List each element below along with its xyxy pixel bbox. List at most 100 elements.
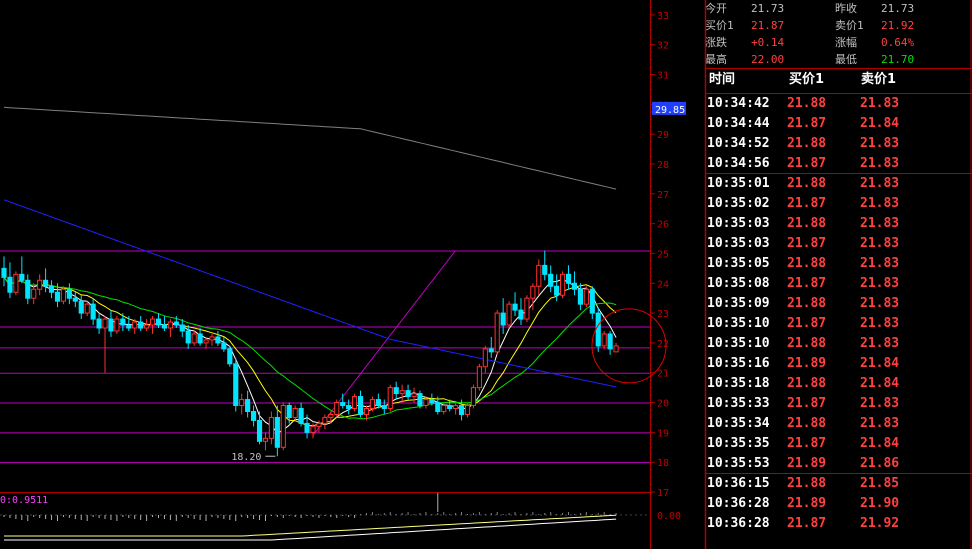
tick-label: 23	[657, 309, 669, 320]
trade-row[interactable]: 10:35:03 21.88 21.83	[705, 214, 972, 234]
candle-body	[221, 342, 227, 350]
trade-row[interactable]: 10:35:10 21.87 21.83	[705, 314, 972, 334]
trade-row[interactable]: 10:35:08 21.87 21.83	[705, 274, 972, 294]
trade-time: 10:35:16	[707, 356, 770, 371]
candle-body	[13, 273, 19, 293]
trade-row[interactable]: 10:35:16 21.89 21.84	[705, 354, 972, 374]
candle-body	[298, 408, 304, 424]
trade-row[interactable]: 10:35:05 21.88 21.83	[705, 254, 972, 274]
candle-body	[571, 282, 578, 290]
trade-row[interactable]: 10:35:09 21.88 21.83	[705, 294, 972, 314]
indicator-line-fast	[4, 514, 617, 537]
candle-body	[500, 312, 506, 326]
trade-time: 10:34:44	[707, 116, 770, 131]
candle-body	[393, 387, 399, 395]
trade-row[interactable]: 10:35:35 21.87 21.84	[705, 434, 972, 454]
tick-label: 20	[657, 399, 669, 410]
candle-body	[60, 288, 67, 302]
trade-sell-price: 21.83	[860, 136, 900, 151]
tick-label: 31	[657, 71, 669, 82]
trade-row[interactable]: 10:35:10 21.88 21.83	[705, 334, 972, 354]
candle-body	[72, 297, 78, 302]
candle-body	[90, 303, 96, 320]
trade-row[interactable]: 10:34:52 21.88 21.83	[705, 134, 972, 154]
trade-buy-price: 21.87	[787, 236, 827, 251]
candle-body	[607, 333, 613, 350]
candle-body	[138, 321, 144, 329]
candle-body	[31, 288, 37, 299]
trade-buy-price: 21.88	[787, 96, 827, 111]
ma250-line	[3, 106, 617, 190]
trade-buy-price: 21.87	[787, 436, 827, 451]
candle-body	[322, 416, 328, 424]
candle-body	[589, 288, 595, 314]
trade-sell-price: 21.92	[860, 516, 900, 531]
candle-body	[328, 413, 334, 418]
candle-body	[102, 318, 108, 329]
trade-buy-price: 21.88	[787, 476, 827, 491]
candle-body	[423, 399, 429, 407]
trade-row[interactable]: 10:34:42 21.88 21.83	[705, 94, 972, 114]
candle-body	[453, 405, 459, 410]
candle-body	[209, 336, 215, 341]
trade-table-header: 时间 买价1 卖价1	[705, 70, 972, 90]
candle-body	[482, 348, 488, 368]
trade-sell-price: 21.84	[860, 436, 900, 451]
candle-body	[536, 264, 542, 287]
candle-body	[43, 279, 49, 287]
indicator-zero-label: 0.00	[657, 511, 681, 522]
candle-body	[399, 390, 405, 395]
candle-body	[203, 339, 209, 344]
candle-body	[185, 330, 191, 344]
trade-buy-price: 21.89	[787, 456, 827, 471]
quote-panel: 今开 21.73 昨收 21.73 买价1 21.87 卖价1 21.92 涨跌 +0.14 涨幅 0…	[705, 0, 972, 549]
trade-time: 10:35:03	[707, 216, 770, 231]
trade-sell-price: 21.83	[860, 276, 900, 291]
candle-body	[245, 399, 251, 412]
trade-row[interactable]: 10:34:44 21.87 21.84	[705, 114, 972, 134]
candle-body	[250, 410, 257, 421]
candle-body	[387, 387, 393, 410]
candle-body	[304, 422, 310, 433]
trade-time: 10:35:02	[707, 196, 770, 211]
candle-body	[274, 416, 280, 448]
trade-row[interactable]: 10:36:15 21.88 21.85	[705, 474, 972, 494]
candle-body	[441, 405, 447, 412]
trade-row[interactable]: 10:36:28 21.87 21.92	[705, 514, 972, 534]
moving-average-lines	[3, 106, 617, 434]
trade-sell-price: 21.90	[860, 496, 900, 511]
trade-row[interactable]: 10:34:56 21.87 21.83	[705, 154, 972, 174]
trade-time: 10:35:10	[707, 316, 770, 331]
trade-row[interactable]: 10:35:33 21.87 21.83	[705, 394, 972, 414]
candle-body	[334, 402, 340, 415]
trade-row[interactable]: 10:36:28 21.89 21.90	[705, 494, 972, 514]
candle-body	[144, 324, 150, 329]
trade-row[interactable]: 10:35:34 21.88 21.83	[705, 414, 972, 434]
trade-time: 10:35:05	[707, 256, 770, 271]
trade-buy-price: 21.87	[787, 316, 827, 331]
trade-row[interactable]: 10:35:03 21.87 21.83	[705, 234, 972, 254]
trade-buy-price: 21.88	[787, 376, 827, 391]
trade-row[interactable]: 10:35:18 21.88 21.84	[705, 374, 972, 394]
candle-body	[369, 399, 376, 410]
quote-row: 最高 22.00 最低 21.70	[705, 52, 972, 68]
candle-body	[239, 399, 245, 407]
trade-buy-price: 21.88	[787, 336, 827, 351]
trade-row[interactable]: 10:35:53 21.89 21.86	[705, 454, 972, 474]
trade-buy-price: 21.87	[787, 196, 827, 211]
candle-body	[233, 363, 239, 407]
trade-buy-price: 21.87	[787, 516, 827, 531]
tick-label: 19	[657, 428, 669, 439]
trade-sell-price: 21.83	[860, 396, 900, 411]
candle-body	[583, 288, 589, 305]
trade-sell-price: 21.83	[860, 216, 900, 231]
candle-body	[316, 422, 322, 427]
candle-body	[120, 318, 126, 326]
quote-label: 涨跌	[705, 36, 727, 49]
trade-row[interactable]: 10:35:01 21.88 21.83	[705, 174, 972, 194]
trade-row[interactable]: 10:35:02 21.87 21.83	[705, 194, 972, 214]
candle-body	[292, 408, 298, 418]
trade-sell-price: 21.85	[860, 476, 900, 491]
trade-time: 10:35:35	[707, 436, 770, 451]
quote-row: 涨跌 +0.14 涨幅 0.64%	[705, 35, 972, 51]
